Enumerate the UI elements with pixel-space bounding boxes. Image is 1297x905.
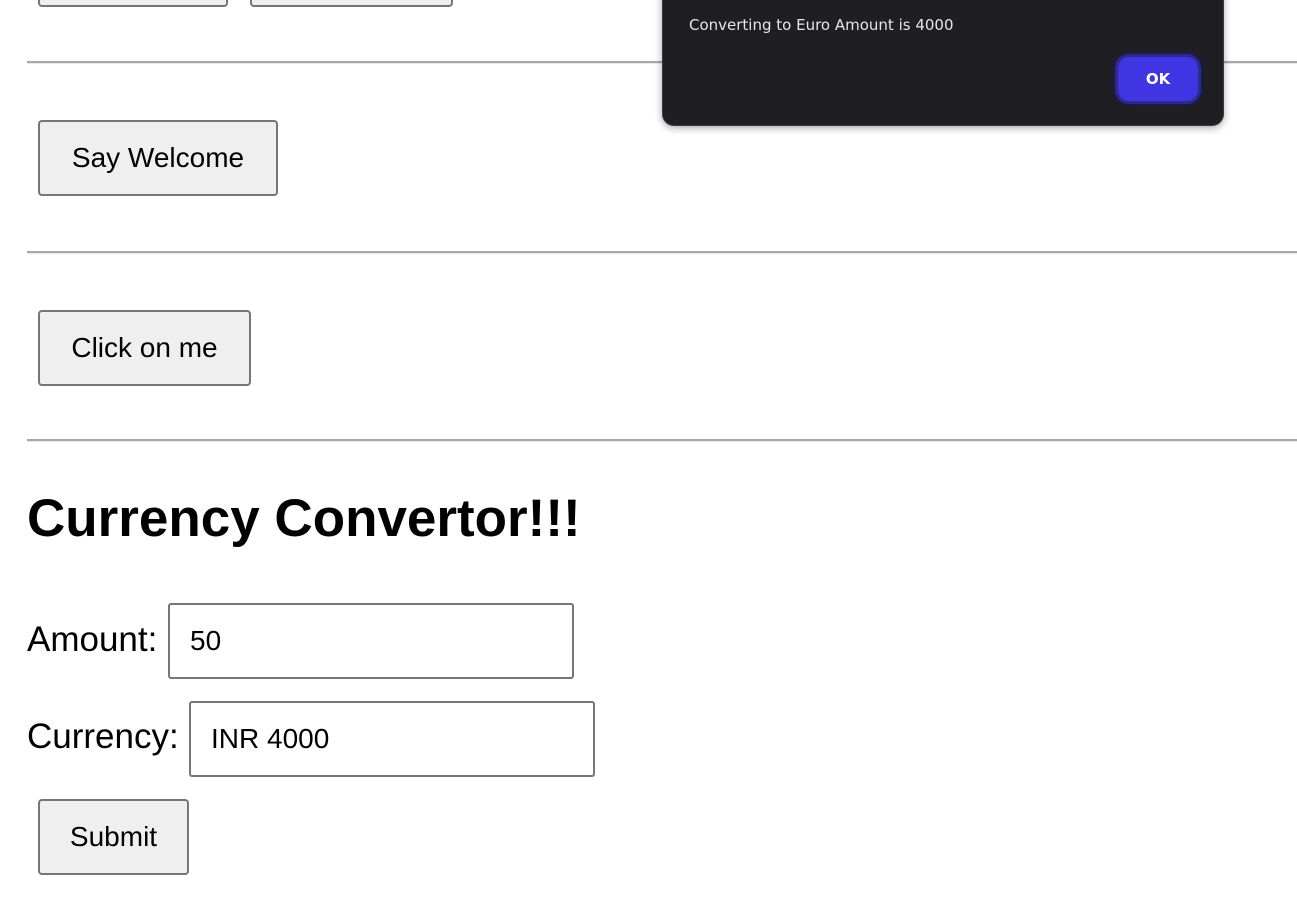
currency-input[interactable] [189,701,595,777]
divider-3 [27,439,1297,442]
currency-convertor-title: Currency Convertor!!! [27,489,581,548]
alert-dialog: Converting to Euro Amount is 4000 OK [662,0,1224,126]
currency-label: Currency: [27,717,179,756]
top-button-1[interactable] [38,0,228,7]
click-on-me-button[interactable]: Click on me [38,310,251,386]
submit-button[interactable]: Submit [38,799,189,875]
say-welcome-button[interactable]: Say Welcome [38,120,278,196]
amount-input[interactable] [168,603,574,679]
divider-2 [27,251,1297,254]
alert-message: Converting to Euro Amount is 4000 [689,16,954,34]
top-button-2[interactable] [250,0,453,7]
alert-ok-button[interactable]: OK [1115,54,1201,104]
amount-label: Amount: [27,620,158,659]
